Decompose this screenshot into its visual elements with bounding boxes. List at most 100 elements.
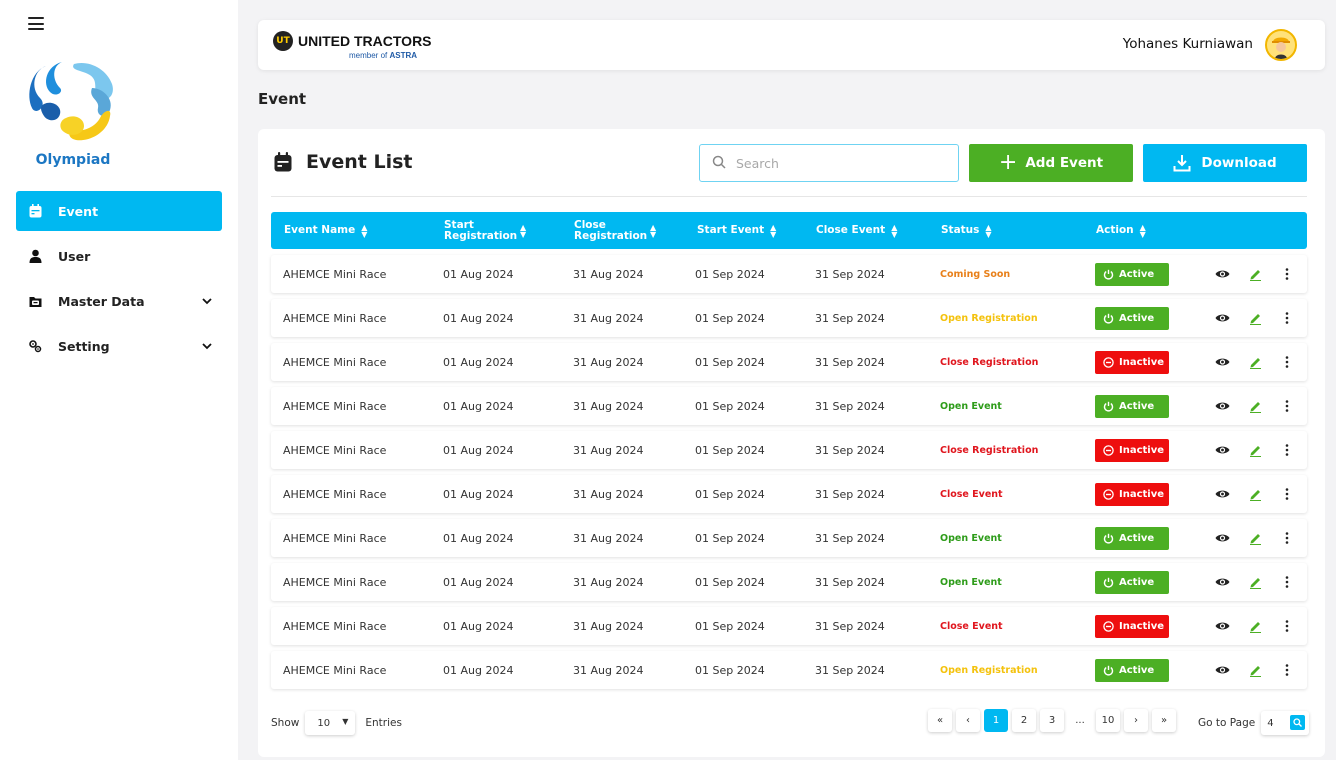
cell-close-registration: 31 Aug 2024 xyxy=(573,311,644,325)
table-row[interactable]: AHEMCE Mini Race 01 Aug 2024 31 Aug 2024 01… xyxy=(271,475,1307,513)
add-event-button[interactable]: + Add Event xyxy=(969,144,1133,182)
badge-label: Active xyxy=(1119,313,1155,324)
sidebar-item-label: Event xyxy=(58,203,99,219)
table-row[interactable]: AHEMCE Mini Race 01 Aug 2024 31 Aug 2024 01… xyxy=(271,255,1307,293)
eye-icon[interactable] xyxy=(1214,354,1230,370)
edit-pencil-icon[interactable] xyxy=(1247,266,1263,282)
sidebar-item-event[interactable]: Event xyxy=(16,191,222,231)
chevron-down-icon[interactable] xyxy=(202,340,212,353)
more-vertical-icon[interactable] xyxy=(1279,442,1295,458)
edit-pencil-icon[interactable] xyxy=(1247,398,1263,414)
more-vertical-icon[interactable] xyxy=(1279,486,1295,502)
column-start-event[interactable]: Start Event ▲ ▼ xyxy=(697,212,776,249)
chevron-down-icon[interactable] xyxy=(202,295,212,308)
table-row[interactable]: AHEMCE Mini Race 01 Aug 2024 31 Aug 2024 01… xyxy=(271,519,1307,557)
inactive-status-badge[interactable]: Inactive xyxy=(1095,615,1169,638)
edit-pencil-icon[interactable] xyxy=(1247,574,1263,590)
card-title-text: Event List xyxy=(306,151,413,173)
sort-icon: ▲ ▼ xyxy=(650,222,657,239)
edit-pencil-icon[interactable] xyxy=(1247,354,1263,370)
column-event-name[interactable]: Event Name ▲ ▼ xyxy=(284,212,367,249)
edit-pencil-icon[interactable] xyxy=(1247,310,1263,326)
search-box[interactable] xyxy=(699,144,959,182)
edit-pencil-icon[interactable] xyxy=(1247,486,1263,502)
goto-page-input[interactable] xyxy=(1267,717,1288,729)
page-size-select[interactable]: 10 ▼ xyxy=(305,711,356,735)
table-row[interactable]: AHEMCE Mini Race 01 Aug 2024 31 Aug 2024 01… xyxy=(271,299,1307,337)
eye-icon[interactable] xyxy=(1214,662,1230,678)
cell-close-event: 31 Sep 2024 xyxy=(815,619,885,633)
column-status[interactable]: Status ▲ ▼ xyxy=(941,212,992,249)
eye-icon[interactable] xyxy=(1214,530,1230,546)
table-row[interactable]: AHEMCE Mini Race 01 Aug 2024 31 Aug 2024 01… xyxy=(271,607,1307,645)
prev-page-button[interactable]: ‹ xyxy=(956,709,980,732)
sort-icon: ▲ ▼ xyxy=(1139,222,1146,239)
eye-icon[interactable] xyxy=(1214,266,1230,282)
column-label: Close Event xyxy=(816,224,886,236)
sidebar-item-master-data[interactable]: Master Data xyxy=(16,281,222,321)
table-row[interactable]: AHEMCE Mini Race 01 Aug 2024 31 Aug 2024 01… xyxy=(271,563,1307,601)
inactive-status-badge[interactable]: Inactive xyxy=(1095,483,1169,506)
table-row[interactable]: AHEMCE Mini Race 01 Aug 2024 31 Aug 2024 01… xyxy=(271,343,1307,381)
page-button[interactable]: 3 xyxy=(1040,709,1064,732)
cell-start-registration: 01 Aug 2024 xyxy=(443,487,514,501)
page-title: Event xyxy=(258,90,307,108)
more-vertical-icon[interactable] xyxy=(1279,574,1295,590)
active-status-badge[interactable]: Active xyxy=(1095,571,1169,594)
more-vertical-icon[interactable] xyxy=(1279,354,1295,370)
eye-icon[interactable] xyxy=(1214,310,1230,326)
edit-pencil-icon[interactable] xyxy=(1247,530,1263,546)
active-status-badge[interactable]: Active xyxy=(1095,527,1169,550)
cell-start-registration: 01 Aug 2024 xyxy=(443,619,514,633)
download-button[interactable]: Download xyxy=(1143,144,1307,182)
column-start-registration[interactable]: Start Registration ▲ ▼ xyxy=(444,212,534,249)
eye-icon[interactable] xyxy=(1214,398,1230,414)
more-vertical-icon[interactable] xyxy=(1279,398,1295,414)
edit-pencil-icon[interactable] xyxy=(1247,442,1263,458)
user-name[interactable]: Yohanes Kurniawan xyxy=(1123,36,1253,52)
column-label: Start Event xyxy=(697,224,765,236)
table-row[interactable]: AHEMCE Mini Race 01 Aug 2024 31 Aug 2024 01… xyxy=(271,387,1307,425)
eye-icon[interactable] xyxy=(1214,574,1230,590)
more-vertical-icon[interactable] xyxy=(1279,662,1295,678)
badge-label: Active xyxy=(1119,665,1155,676)
eye-icon[interactable] xyxy=(1214,618,1230,634)
inactive-status-badge[interactable]: Inactive xyxy=(1095,351,1169,374)
more-vertical-icon[interactable] xyxy=(1279,530,1295,546)
cell-start-registration: 01 Aug 2024 xyxy=(443,267,514,281)
cell-status: Open Event xyxy=(940,400,1002,412)
page-button[interactable]: 1 xyxy=(984,709,1008,732)
active-status-badge[interactable]: Active xyxy=(1095,307,1169,330)
goto-search-button[interactable] xyxy=(1290,715,1306,730)
last-page-button[interactable]: » xyxy=(1152,709,1176,732)
sidebar-item-user[interactable]: User xyxy=(16,236,222,276)
active-status-badge[interactable]: Active xyxy=(1095,659,1169,682)
more-vertical-icon[interactable] xyxy=(1279,618,1295,634)
hamburger-menu-icon[interactable] xyxy=(28,17,44,30)
edit-pencil-icon[interactable] xyxy=(1247,618,1263,634)
table-row[interactable]: AHEMCE Mini Race 01 Aug 2024 31 Aug 2024 01… xyxy=(271,651,1307,689)
badge-label: Active xyxy=(1119,577,1155,588)
eye-icon[interactable] xyxy=(1214,486,1230,502)
table-row[interactable]: AHEMCE Mini Race 01 Aug 2024 31 Aug 2024 01… xyxy=(271,431,1307,469)
column-action[interactable]: Action ▲ ▼ xyxy=(1096,212,1146,249)
search-input[interactable] xyxy=(736,155,936,171)
column-close-registration[interactable]: Close Registration ▲ ▼ xyxy=(574,212,664,249)
column-close-event[interactable]: Close Event ▲ ▼ xyxy=(816,212,897,249)
eye-icon[interactable] xyxy=(1214,442,1230,458)
card-title: Event List xyxy=(274,151,413,173)
more-vertical-icon[interactable] xyxy=(1279,310,1295,326)
divider xyxy=(271,196,1307,197)
page-button[interactable]: 2 xyxy=(1012,709,1036,732)
active-status-badge[interactable]: Active xyxy=(1095,263,1169,286)
edit-pencil-icon[interactable] xyxy=(1247,662,1263,678)
avatar[interactable] xyxy=(1265,29,1297,61)
sidebar-item-setting[interactable]: Setting xyxy=(16,326,222,366)
next-page-button[interactable]: › xyxy=(1124,709,1148,732)
page-button[interactable]: 10 xyxy=(1096,709,1120,732)
inactive-status-badge[interactable]: Inactive xyxy=(1095,439,1169,462)
more-vertical-icon[interactable] xyxy=(1279,266,1295,282)
active-status-badge[interactable]: Active xyxy=(1095,395,1169,418)
cell-start-event: 01 Sep 2024 xyxy=(695,311,765,325)
first-page-button[interactable]: « xyxy=(928,709,952,732)
